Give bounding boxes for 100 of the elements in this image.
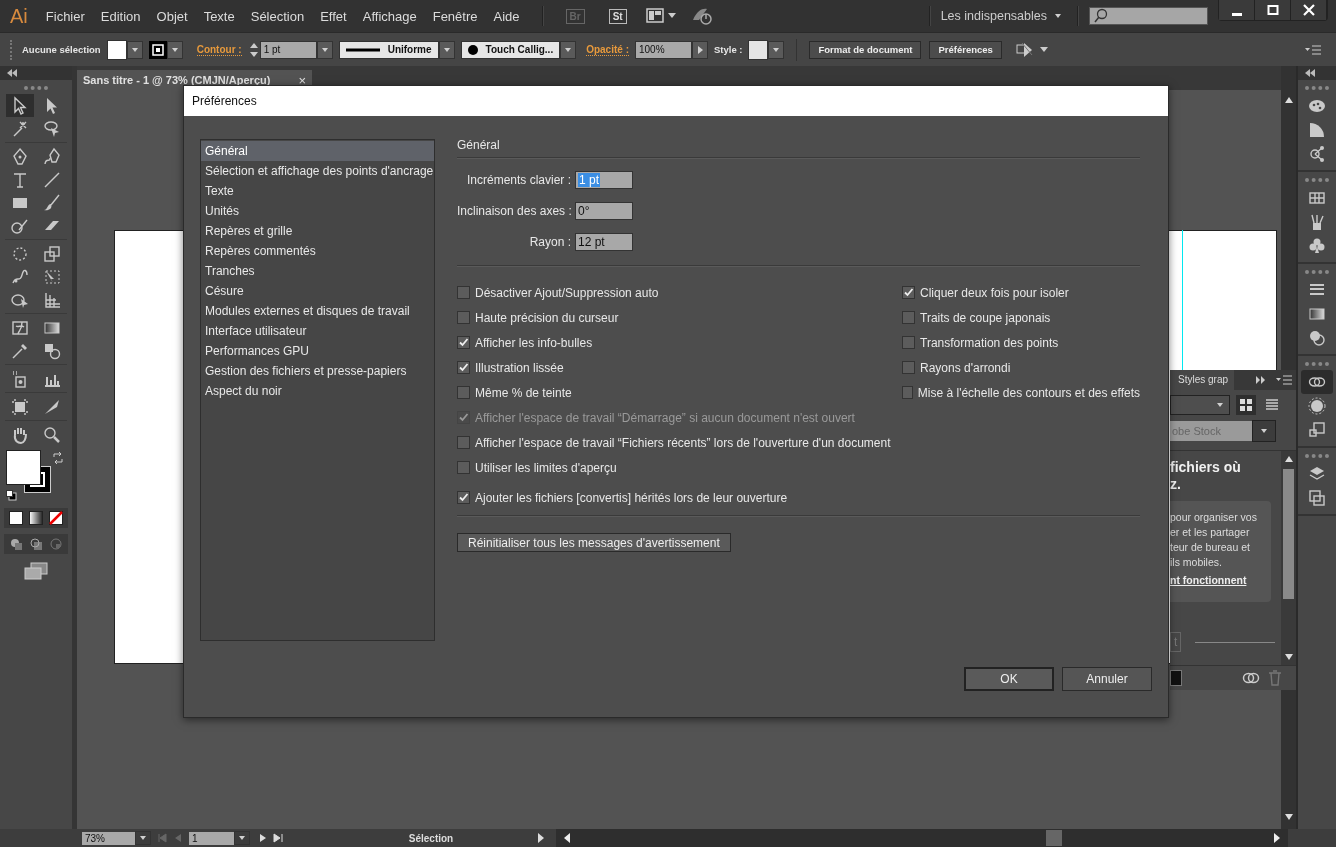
- tab-close[interactable]: ×: [298, 72, 306, 88]
- category-item[interactable]: Aspect du noir: [201, 381, 434, 401]
- category-item[interactable]: Texte: [201, 181, 434, 201]
- checkbox-option[interactable]: Mise à l'échelle des contours et des effets: [902, 380, 1140, 405]
- checkbox[interactable]: [457, 386, 470, 399]
- category-item[interactable]: Repères et grille: [201, 221, 434, 241]
- up-arrow-icon[interactable]: [1283, 96, 1294, 104]
- menu-item[interactable]: Edition: [100, 8, 141, 24]
- reset-warnings-button[interactable]: Réinitialiser tous les messages d'avertissement: [457, 533, 731, 552]
- default-colors-icon[interactable]: [6, 490, 17, 501]
- menu-item[interactable]: Effet: [320, 8, 347, 24]
- category-item[interactable]: Gestion des fichiers et presse-papiers: [201, 361, 434, 381]
- draw-normal-icon[interactable]: [9, 537, 23, 551]
- checkbox-option[interactable]: Transformation des points: [902, 330, 1140, 355]
- left-arrow-icon[interactable]: [562, 832, 572, 844]
- dropdown-button[interactable]: [234, 831, 250, 845]
- menu-item[interactable]: Aide: [493, 8, 520, 24]
- right-arrow-icon[interactable]: [536, 832, 546, 844]
- scroll-thumb[interactable]: [1046, 830, 1062, 846]
- checkbox[interactable]: [457, 336, 470, 349]
- checkbox-option[interactable]: Cliquer deux fois pour isoler: [902, 280, 1140, 305]
- artboard-field[interactable]: 1: [189, 831, 234, 845]
- cloud-rings-icon[interactable]: [1242, 671, 1260, 685]
- checkbox[interactable]: [457, 461, 470, 474]
- category-item[interactable]: Repères commentés: [201, 241, 434, 261]
- toolbar-button[interactable]: Préférences: [929, 40, 1002, 59]
- cancel-button[interactable]: Annuler: [1062, 667, 1152, 691]
- maximize-button[interactable]: [1255, 0, 1291, 20]
- menu-item[interactable]: Affichage: [362, 8, 417, 24]
- dropdown-button[interactable]: [768, 40, 785, 59]
- checkbox-option[interactable]: Désactiver Ajout/Suppression auto: [457, 280, 902, 305]
- checkbox[interactable]: [902, 386, 913, 399]
- color-swatch[interactable]: [1170, 670, 1182, 686]
- panel-button[interactable]: [1301, 370, 1333, 394]
- menu-item[interactable]: Objet: [156, 8, 188, 24]
- stroke-weight-field[interactable]: 1 pt: [259, 40, 317, 59]
- stroke-profile-field[interactable]: Uniforme: [338, 40, 439, 59]
- stock-button[interactable]: St: [608, 8, 627, 24]
- category-item[interactable]: Performances GPU: [201, 341, 434, 361]
- category-item[interactable]: Sélection et affichage des points d'ancrage: [201, 161, 434, 181]
- checkbox[interactable]: [902, 361, 915, 374]
- checkbox[interactable]: [457, 436, 470, 449]
- checkbox[interactable]: [902, 336, 915, 349]
- checkbox[interactable]: [457, 491, 470, 504]
- expand-icon[interactable]: [1255, 375, 1267, 385]
- checkbox-option[interactable]: Ajouter les fichiers [convertis] hérités lors de leur ouverture: [457, 485, 1140, 510]
- checkbox[interactable]: [902, 286, 915, 299]
- up-arrow-icon[interactable]: [1283, 455, 1294, 463]
- category-item[interactable]: Césure: [201, 281, 434, 301]
- collapse-icon[interactable]: [6, 69, 18, 77]
- screen-mode-icon[interactable]: [24, 562, 48, 580]
- category-item[interactable]: Interface utilisateur: [201, 321, 434, 341]
- checkbox[interactable]: [457, 311, 470, 324]
- checkbox-option[interactable]: Illustration lissée: [457, 355, 902, 380]
- close-button[interactable]: [1291, 0, 1327, 20]
- fill-stroke-drawing[interactable]: [6, 450, 52, 494]
- dropdown-button[interactable]: [1252, 420, 1276, 442]
- down-arrow-icon[interactable]: [1283, 653, 1294, 661]
- opacity-link[interactable]: Opacité :: [586, 43, 629, 56]
- swap-icon[interactable]: [52, 452, 64, 464]
- brush-field[interactable]: Touch Callig...: [460, 40, 561, 59]
- panel-menu-icon[interactable]: [1304, 43, 1322, 56]
- checkbox-option[interactable]: Traits de coupe japonais: [902, 305, 1140, 330]
- horizontal-scrollbar[interactable]: [556, 829, 1288, 847]
- panel-tab[interactable]: Styles grap: [1170, 370, 1235, 390]
- category-item[interactable]: Tranches: [201, 261, 434, 281]
- down-arrow-icon[interactable]: [1283, 813, 1294, 821]
- checkbox-option[interactable]: Afficher les info-bulles: [457, 330, 902, 355]
- gradient-icon[interactable]: [29, 511, 43, 525]
- panel-scrollbar[interactable]: [1281, 451, 1296, 665]
- stroke-swatch[interactable]: [148, 40, 167, 59]
- menu-item[interactable]: Sélection: [250, 8, 305, 24]
- toolbar-button[interactable]: Format de document: [809, 40, 922, 59]
- menu-item[interactable]: Fenêtre: [432, 8, 478, 24]
- dropdown-button[interactable]: [135, 831, 151, 845]
- checkbox-option[interactable]: Utiliser les limites d'aperçu: [457, 455, 902, 480]
- zoom-field[interactable]: 73%: [82, 831, 135, 845]
- checkbox-option[interactable]: Même % de teinte: [457, 380, 902, 405]
- color-icon[interactable]: [9, 511, 23, 525]
- right-arrow-icon[interactable]: [1272, 832, 1282, 844]
- panel-menu-icon[interactable]: [1275, 374, 1293, 386]
- stroke-link[interactable]: Contour :: [196, 43, 242, 56]
- workspace-switcher[interactable]: Les indispensables: [940, 9, 1063, 23]
- checkbox[interactable]: [902, 311, 915, 324]
- fill-swatch[interactable]: [106, 39, 127, 60]
- category-item[interactable]: Unités: [201, 201, 434, 221]
- none-icon[interactable]: [49, 511, 63, 525]
- checkbox[interactable]: [457, 286, 470, 299]
- checkbox-option[interactable]: Afficher l'espace de travail “Fichiers récents” lors de l'ouverture d'un document: [457, 430, 902, 455]
- input-field[interactable]: 12 pt: [575, 233, 633, 251]
- draw-behind-icon[interactable]: [29, 537, 43, 551]
- sync-icon[interactable]: [690, 6, 713, 26]
- ok-button[interactable]: OK: [964, 667, 1054, 691]
- layout-icon[interactable]: [644, 7, 679, 25]
- tool-button[interactable]: [6, 94, 34, 117]
- style-swatch[interactable]: [748, 39, 769, 60]
- opacity-field[interactable]: 100%: [634, 40, 692, 59]
- minimize-button[interactable]: [1219, 0, 1255, 20]
- grid-view-button[interactable]: [1236, 395, 1256, 415]
- dropdown-button[interactable]: [560, 40, 577, 59]
